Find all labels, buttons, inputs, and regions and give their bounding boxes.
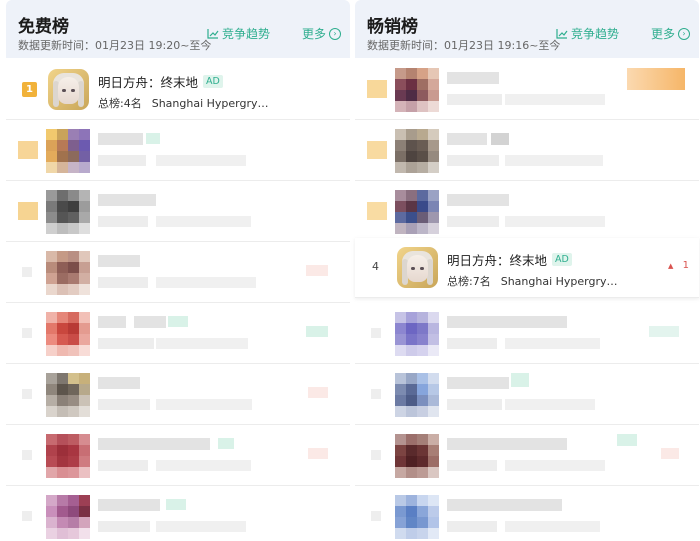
line-chart-icon [207,29,219,39]
list-item[interactable] [6,426,350,486]
list-item-featured[interactable]: 1 明日方舟：终末地 AD 总榜:4名 Shanghai Hypergry… [6,60,350,120]
rank-badge-blurred [371,389,381,399]
app-icon-blurred [395,434,439,478]
app-icon-blurred [395,495,439,539]
list-item[interactable] [355,304,699,364]
app-icon-blurred [46,373,90,417]
app-name: 明日方舟：终末地 AD [447,250,572,269]
list-item[interactable] [355,182,699,242]
rank-badge-blurred [22,267,32,277]
total-rank: 总榜:4名 [98,97,142,110]
app-icon [397,247,438,288]
list-item[interactable] [355,426,699,486]
list-item[interactable] [6,365,350,425]
app-icon-blurred [46,251,90,295]
app-icon-blurred [46,312,90,356]
sales-ranking-panel: 畅销榜 数据更新时间：01月23日 19:16~至今 竞争趋势 更多 › 4 明… [355,0,699,541]
app-icon-blurred [395,190,439,234]
blurred-label [627,68,685,90]
rank-change-value: 1 [682,260,689,271]
rank-badge-blurred [22,450,32,460]
chevron-right-circle-icon: › [329,27,341,40]
app-icon-blurred [46,495,90,539]
rank-badge: 1 [22,82,37,97]
rank-badge-blurred [371,328,381,338]
app-name: 明日方舟：终末地 AD [98,72,223,91]
more-label: 更多 [650,27,675,41]
list-item[interactable] [6,182,350,242]
list-item[interactable] [355,121,699,181]
developer: Shanghai Hypergry… [151,97,269,110]
list-item[interactable] [355,487,699,541]
rank-badge-blurred [18,202,38,220]
sales-panel-header: 畅销榜 数据更新时间：01月23日 19:16~至今 竞争趋势 更多 › [355,0,699,58]
list-item[interactable] [6,243,350,303]
rank-badge-blurred [367,141,387,159]
rank-badge-blurred [22,389,32,399]
rank-badge-blurred [371,450,381,460]
app-icon-blurred [395,373,439,417]
chevron-right-circle-icon: › [678,27,690,40]
rank-badge-blurred [22,328,32,338]
free-ranking-panel: 免费榜 数据更新时间：01月23日 19:20~至今 竞争趋势 更多 › 1 明… [6,0,350,541]
trend-label: 竞争趋势 [570,27,619,41]
app-icon-blurred [46,434,90,478]
trend-button[interactable]: 竞争趋势 [207,25,270,42]
rank-change: ▲ 1 [668,260,689,271]
more-label: 更多 [301,27,326,41]
list-item[interactable] [355,60,699,120]
app-icon-blurred [395,129,439,173]
more-button[interactable]: 更多 › [302,25,341,42]
ad-badge: AD [552,253,572,266]
free-panel-header: 免费榜 数据更新时间：01月23日 19:20~至今 竞争趋势 更多 › [6,0,350,58]
app-title: 明日方舟：终末地 [447,253,548,268]
rank-badge-blurred [371,511,381,521]
app-icon-blurred [395,312,439,356]
list-item[interactable] [355,365,699,425]
list-item[interactable] [6,304,350,364]
rank-badge-blurred [367,202,387,220]
rank-number: 4 [372,260,379,273]
app-icon-blurred [46,190,90,234]
list-item[interactable] [6,121,350,181]
app-icon-blurred [395,68,439,112]
panel-title: 免费榜 [18,17,69,37]
update-time: 数据更新时间：01月23日 19:20~至今 [18,39,212,52]
developer: Shanghai Hypergry… [500,275,618,288]
trend-label: 竞争趋势 [221,27,270,41]
total-rank: 总榜:7名 [447,275,491,288]
app-meta: 总榜:4名 Shanghai Hypergry… [98,95,269,111]
app-icon [48,69,89,110]
rank-badge-blurred [22,511,32,521]
app-meta: 总榜:7名 Shanghai Hypergry… [447,273,618,289]
app-title: 明日方舟：终末地 [98,75,199,90]
list-item-featured[interactable]: 4 明日方舟：终末地 AD 总榜:7名 Shanghai Hypergry… ▲ … [355,238,699,298]
update-time: 数据更新时间：01月23日 19:16~至今 [367,39,561,52]
app-icon-blurred [46,129,90,173]
more-button[interactable]: 更多 › [651,25,690,42]
ad-badge: AD [203,75,223,88]
panel-title: 畅销榜 [367,17,418,37]
arrow-up-icon: ▲ [668,262,674,270]
rank-badge-blurred [367,80,387,98]
rank-badge-blurred [18,141,38,159]
line-chart-icon [556,29,568,39]
list-item[interactable] [6,487,350,541]
trend-button[interactable]: 竞争趋势 [556,25,619,42]
